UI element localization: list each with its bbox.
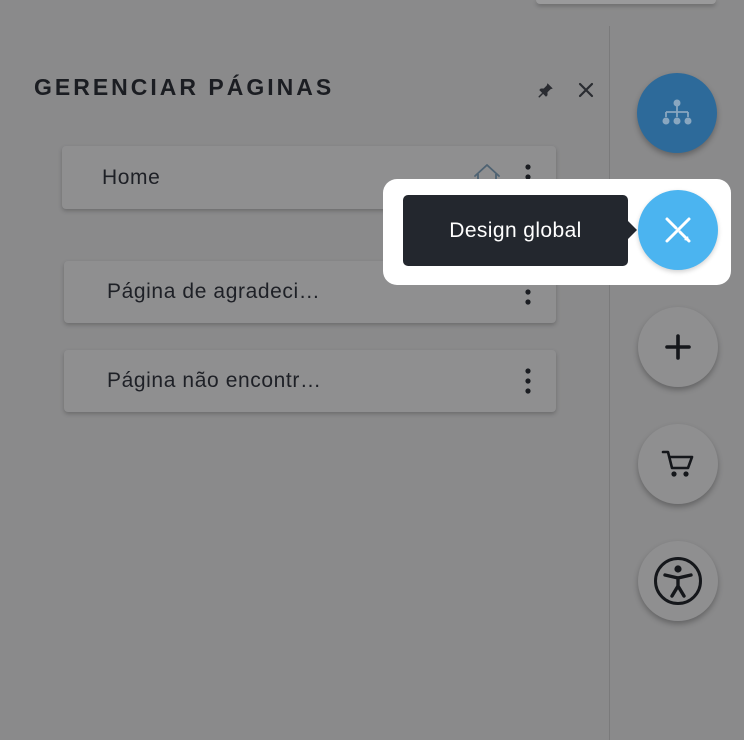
page-item-not-found[interactable]: Página não encontr… — [64, 350, 556, 412]
design-global-tooltip: Design global — [403, 195, 637, 266]
cart-icon — [661, 450, 694, 477]
design-global-button[interactable] — [638, 190, 718, 270]
panel-divider — [609, 26, 610, 740]
add-element-button[interactable] — [638, 307, 718, 387]
plus-icon — [665, 334, 691, 360]
store-cart-button[interactable] — [638, 424, 718, 504]
panel-title: GERENCIAR PÁGINAS — [34, 74, 335, 100]
pin-button[interactable] — [535, 79, 557, 101]
accessibility-button[interactable] — [638, 541, 718, 621]
screen: GERENCIAR PÁGINAS Home Página de agradec… — [0, 0, 744, 740]
page-item-label: Página de agradeci… — [107, 280, 321, 303]
page-item-label: Home — [102, 165, 161, 189]
sitemap-icon — [662, 99, 692, 125]
tooltip-text: Design global — [449, 218, 582, 242]
pin-icon — [538, 83, 553, 98]
design-tools-icon — [665, 217, 691, 243]
close-icon — [578, 82, 594, 98]
page-options-button[interactable] — [518, 366, 538, 396]
close-panel-button[interactable] — [575, 79, 597, 101]
pages-sitemap-button[interactable] — [637, 73, 717, 153]
top-partial-element — [536, 0, 716, 4]
more-vertical-icon — [525, 368, 531, 394]
accessibility-icon — [654, 557, 702, 605]
page-item-label: Página não encontr… — [107, 369, 322, 392]
